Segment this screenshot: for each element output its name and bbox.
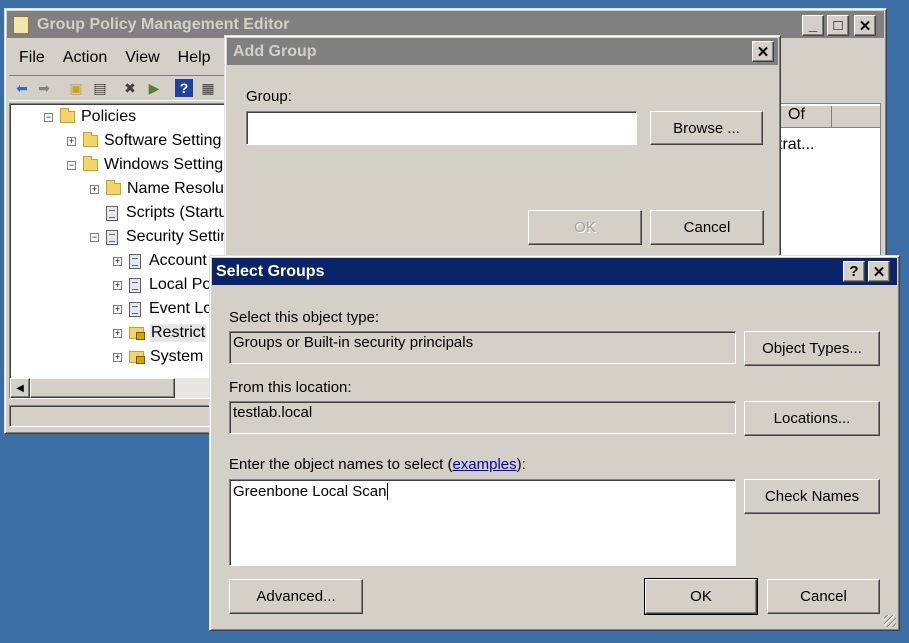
back-icon[interactable]: ⬅ [13,79,31,97]
properties-icon[interactable]: ▦ [199,79,217,97]
add-group-titlebar[interactable]: Add Group [227,38,778,65]
object-names-label: Enter the object names to select (exampl… [229,456,526,473]
browse-button[interactable]: Browse ... [650,111,763,145]
policy-icon [129,253,141,269]
help-icon[interactable]: ? [175,79,193,97]
menu-bar: File Action View Help [9,49,211,71]
text-cursor [387,483,393,500]
object-type-label: Select this object type: [229,309,380,326]
tree-hscrollbar[interactable]: ◀ [10,378,230,398]
maximize-button[interactable]: □ [827,15,849,36]
collapse-icon[interactable]: − [67,160,76,170]
tree-item-restricted-groups[interactable]: + Restrict [113,322,207,344]
group-label: Group: [246,88,292,105]
tree-item-name-resolution[interactable]: + Name Resolu [90,178,224,200]
locked-folder-icon [129,351,145,364]
expand-icon[interactable]: + [113,256,122,266]
expand-icon[interactable]: + [113,328,122,338]
locations-button[interactable]: Locations... [744,401,880,436]
tree-item-local-policies[interactable]: + Local Po [113,274,211,296]
folder-icon [106,180,121,195]
gpme-app-icon [13,15,29,34]
collapse-icon[interactable]: − [44,112,53,122]
folder-icon [60,108,75,123]
add-group-title: Add Group [233,42,317,60]
show-tree-icon[interactable]: ▤ [91,79,109,97]
folder-icon [83,156,98,171]
expand-icon[interactable]: + [67,136,76,146]
policy-icon [129,301,141,317]
menu-action[interactable]: Action [63,49,107,71]
check-names-button[interactable]: Check Names [744,479,880,514]
column-header-rest[interactable] [832,106,880,128]
delete-icon[interactable]: ✖ [121,79,139,97]
tree-item-scripts[interactable]: Scripts (Startu [106,202,227,224]
group-input[interactable] [246,111,637,145]
list-cell[interactable]: trat... [778,136,814,154]
forward-icon[interactable]: ➡ [35,79,53,97]
select-groups-dialog: Select Groups ? ✕ Select this object typ… [209,255,900,631]
location-field: testlab.local [229,401,736,434]
tree-item-event-log[interactable]: + Event Lo [113,298,212,320]
location-label: From this location: [229,379,352,396]
tree-item-policies[interactable]: − Policies [44,106,136,128]
select-groups-close-button[interactable]: ✕ [868,261,890,282]
column-header-label: Of [788,106,805,123]
add-group-cancel-button[interactable]: Cancel [650,210,764,245]
menu-file[interactable]: File [19,49,45,71]
scroll-left-button[interactable]: ◀ [10,378,30,398]
folder-icon [83,132,98,147]
expand-icon[interactable]: + [113,280,122,290]
menu-help[interactable]: Help [178,49,211,71]
tree-item-security-settings[interactable]: − Security Settin [90,226,229,248]
select-groups-ok-button[interactable]: OK [644,578,758,615]
examples-link[interactable]: examples [452,456,516,473]
minimize-button[interactable]: _ [802,15,824,36]
object-type-field: Groups or Built-in security principals [229,331,736,364]
policy-icon [129,277,141,293]
expand-icon[interactable]: + [113,352,122,362]
add-group-close-button[interactable]: ✕ [752,41,774,62]
object-names-input[interactable]: Greenbone Local Scan [229,479,736,566]
advanced-button[interactable]: Advanced... [229,579,363,614]
resize-grip[interactable] [884,615,896,627]
security-icon [106,229,118,245]
gpme-titlebar[interactable]: Group Policy Management Editor [7,11,884,38]
tree-item-windows-settings[interactable]: − Windows Setting [67,154,223,176]
select-groups-cancel-button[interactable]: Cancel [767,579,880,614]
menu-view[interactable]: View [125,49,159,71]
locked-folder-icon [129,327,145,340]
add-group-dialog: Add Group ✕ Group: Browse ... OK Cancel [224,35,781,267]
expand-icon[interactable]: + [90,184,99,194]
object-types-button[interactable]: Object Types... [744,331,880,366]
gpme-title: Group Policy Management Editor [37,15,290,33]
export-icon[interactable]: ▶ [145,79,163,97]
up-folder-icon[interactable]: ▣ [67,79,85,97]
script-icon [106,205,118,221]
column-header[interactable]: Of [780,106,832,128]
add-group-ok-button[interactable]: OK [528,210,642,245]
tree-item-system[interactable]: + System [113,346,203,368]
expand-icon[interactable]: + [113,304,122,314]
select-groups-title: Select Groups [216,262,325,280]
tree-pane: − Policies + Software Setting − Windows Set… [9,103,231,399]
scroll-thumb[interactable] [30,378,175,398]
select-groups-titlebar[interactable]: Select Groups [212,258,897,285]
close-button[interactable]: ✕ [854,15,876,36]
tree-item-account[interactable]: + Account [113,250,207,272]
help-button[interactable]: ? [843,261,865,282]
collapse-icon[interactable]: − [90,232,99,242]
tree-item-software-settings[interactable]: + Software Setting [67,130,221,152]
